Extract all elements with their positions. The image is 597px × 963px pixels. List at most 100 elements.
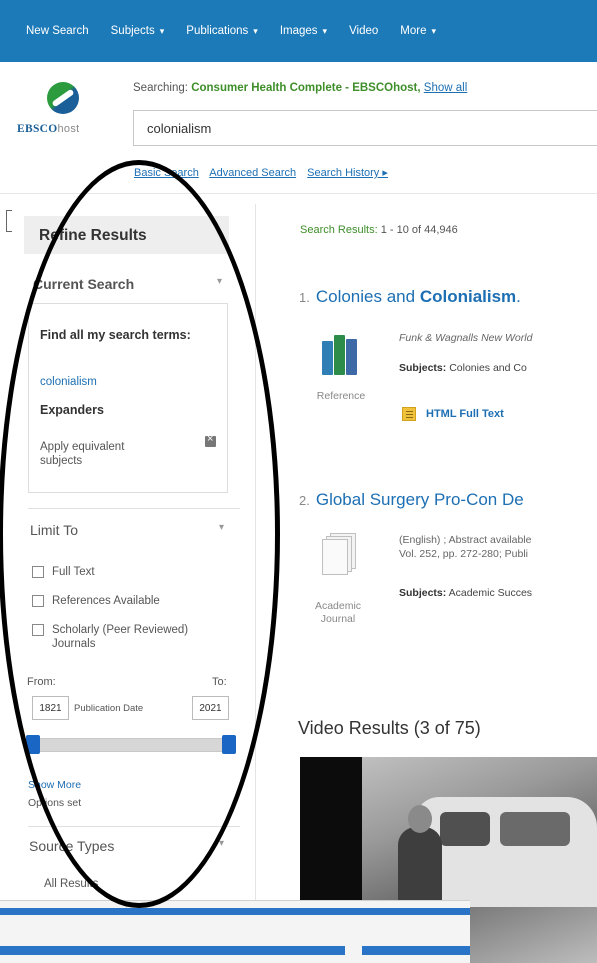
from-year-input[interactable]: 1821 xyxy=(32,696,69,720)
searching-prefix: Searching: xyxy=(133,82,188,94)
references-available-checkbox[interactable] xyxy=(32,595,44,607)
search-input[interactable] xyxy=(134,111,597,145)
logo-host: host xyxy=(57,123,80,135)
section-divider xyxy=(28,508,240,509)
nav-more-label: More xyxy=(400,25,427,37)
html-full-text-link[interactable]: HTML Full Text xyxy=(402,407,504,421)
result-2-subjects: Subjects: Academic Succes xyxy=(399,587,532,599)
searching-line: Searching: Consumer Health Complete - EB… xyxy=(133,82,467,94)
all-results-option[interactable]: All Results xyxy=(44,878,98,890)
full-text-option[interactable]: Full Text xyxy=(32,565,95,579)
reference-book-icon[interactable] xyxy=(322,335,360,375)
nav-video-label: Video xyxy=(349,25,379,37)
logo-brand: EBSCO xyxy=(17,123,58,135)
chevron-down-icon: ▾ xyxy=(322,25,328,36)
remove-expander-icon[interactable] xyxy=(205,433,216,447)
header-divider xyxy=(0,193,597,194)
result-1-subjects: Subjects: Colonies and Co xyxy=(399,362,527,374)
from-label: From: xyxy=(27,676,56,688)
nav-more[interactable]: More ▾ xyxy=(400,25,436,37)
academic-journal-icon[interactable] xyxy=(322,533,358,575)
advanced-search-link[interactable]: Advanced Search xyxy=(209,167,296,179)
nav-video[interactable]: Video xyxy=(349,25,378,37)
result-1-source: Funk & Wagnalls New World xyxy=(399,332,533,344)
apply-equivalent-subjects: Apply equivalent subjects xyxy=(40,441,125,467)
result-2-type-line1: Academic xyxy=(314,600,362,612)
database-name: Consumer Health Complete - EBSCOhost, xyxy=(191,82,421,94)
slider-end-handle[interactable] xyxy=(222,735,236,754)
show-all-link[interactable]: Show all xyxy=(424,82,467,94)
overlapping-window-bar xyxy=(0,946,345,955)
to-label: To: xyxy=(212,676,227,688)
panel-toggle-bracket[interactable] xyxy=(6,210,12,232)
result-1-title-plain: Colonies and xyxy=(315,287,420,306)
ebsco-logo-icon[interactable] xyxy=(47,82,79,114)
result-2-subjects-value: Academic Succes xyxy=(448,587,533,599)
date-range-slider[interactable] xyxy=(34,738,230,752)
overlapping-window-bar xyxy=(0,908,470,915)
expanders-label: Expanders xyxy=(40,403,104,417)
full-text-checkbox[interactable] xyxy=(32,566,44,578)
nav-publications-label: Publications xyxy=(186,25,249,37)
collapse-arrow-icon[interactable]: ▾ xyxy=(217,276,222,287)
result-1-title[interactable]: 1. Colonies and Colonialism. xyxy=(299,287,521,307)
result-2-type: Academic Journal xyxy=(306,600,370,626)
scholarly-journals-option[interactable]: Scholarly (Peer Reviewed) Journals xyxy=(32,623,202,651)
result-2-meta-line2: Vol. 252, pp. 272-280; Publi xyxy=(399,548,529,560)
current-search-title[interactable]: Current Search xyxy=(33,276,134,292)
section-divider xyxy=(28,826,240,827)
results-count-value: 1 - 10 of 44,946 xyxy=(380,224,458,236)
result-2-type-line2: Journal xyxy=(320,613,356,625)
nav-new-search[interactable]: New Search xyxy=(26,25,89,37)
result-1-subjects-value: Colonies and Co xyxy=(449,362,527,374)
nav-new-search-label: New Search xyxy=(26,25,89,37)
scholarly-journals-checkbox[interactable] xyxy=(32,624,44,636)
slider-start-handle[interactable] xyxy=(26,735,40,754)
nav-publications[interactable]: Publications ▾ xyxy=(186,25,258,37)
result-1-subjects-label: Subjects: xyxy=(399,362,447,374)
search-term-link[interactable]: colonialism xyxy=(40,376,97,388)
find-all-terms-label: Find all my search terms: xyxy=(40,328,191,342)
nav-subjects-label: Subjects xyxy=(110,25,155,37)
nav-images[interactable]: Images ▾ xyxy=(280,25,327,37)
result-2-meta: (English) ; Abstract available Vol. 252,… xyxy=(399,533,531,561)
result-2-subjects-label: Subjects: xyxy=(399,587,447,599)
references-available-option[interactable]: References Available xyxy=(32,594,160,608)
options-set-text: Options set xyxy=(28,797,82,809)
basic-search-link[interactable]: Basic Search xyxy=(134,167,199,179)
search-box xyxy=(133,110,597,146)
video-results-heading: Video Results (3 of 75) xyxy=(298,718,481,738)
source-types-title[interactable]: Source Types xyxy=(29,838,114,854)
result-2-meta-line1: (English) ; Abstract available xyxy=(399,534,532,546)
result-1-title-bold: Colonialism xyxy=(419,287,517,306)
references-available-label: References Available xyxy=(52,595,160,607)
chevron-down-icon: ▾ xyxy=(431,25,437,36)
results-count: Search Results: 1 - 10 of 44,946 xyxy=(300,224,458,236)
publication-date-label: Publication Date xyxy=(74,703,144,714)
top-nav-bar: New Search Subjects ▾ Publications ▾ Image… xyxy=(0,0,597,62)
nav-subjects[interactable]: Subjects ▾ xyxy=(111,25,165,37)
search-history-link[interactable]: Search History ▸ xyxy=(307,167,388,179)
result-1-type: Reference xyxy=(316,390,366,402)
search-mode-links: Basic Search Advanced Search Search Hist… xyxy=(134,166,396,179)
result-2-title[interactable]: 2. Global Surgery Pro-Con De xyxy=(299,490,524,510)
scholarly-journals-label: Scholarly (Peer Reviewed) Journals xyxy=(52,624,189,650)
result-1-title-tail: . xyxy=(516,287,521,306)
to-year-input[interactable]: 2021 xyxy=(192,696,229,720)
ebsco-logo-text[interactable]: EBSCOhost xyxy=(17,123,80,135)
result-1-number: 1. xyxy=(299,290,310,305)
html-document-icon xyxy=(402,407,416,421)
collapse-arrow-icon[interactable]: ▾ xyxy=(219,838,224,849)
nav-images-label: Images xyxy=(279,25,318,37)
show-more-link[interactable]: Show More xyxy=(28,779,81,791)
result-2-title-plain: Global Surgery Pro-Con De xyxy=(315,490,524,509)
refine-results-title: Refine Results xyxy=(24,216,229,254)
chevron-down-icon: ▾ xyxy=(253,25,258,36)
collapse-arrow-icon[interactable]: ▾ xyxy=(219,522,224,533)
results-count-label: Search Results: xyxy=(300,224,378,236)
overlapping-window-bar xyxy=(362,946,470,955)
html-full-text-label: HTML Full Text xyxy=(426,408,504,420)
result-2-number: 2. xyxy=(299,493,310,508)
limit-to-title[interactable]: Limit To xyxy=(30,522,78,538)
full-text-label: Full Text xyxy=(52,566,95,578)
